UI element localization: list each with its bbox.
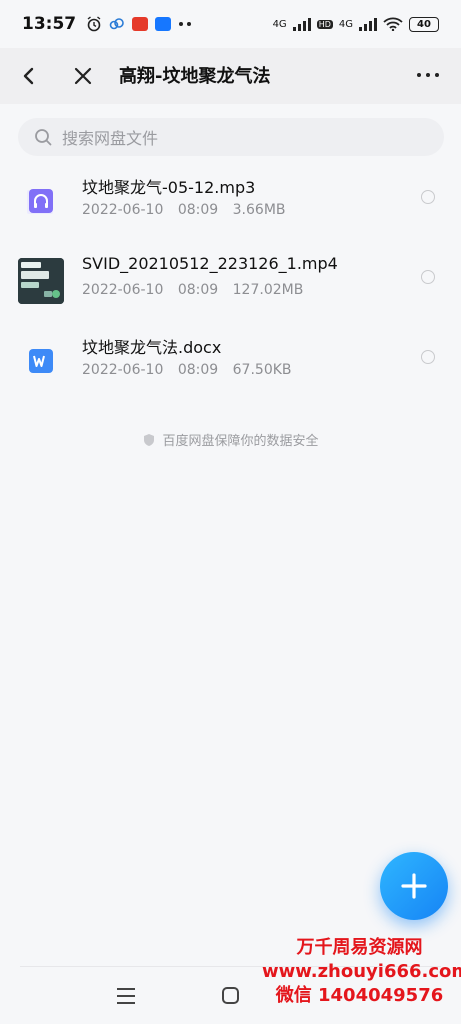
close-icon: [74, 67, 92, 85]
file-date: 2022-06-10: [82, 362, 164, 378]
file-name: SVID_20210512_223126_1.mp4: [82, 254, 338, 273]
list-item[interactable]: 坟地聚龙气-05-12.mp3 2022-06-10 08:09 3.66MB: [0, 170, 461, 250]
status-bar: 13:57 4G HD 4G 40: [0, 0, 461, 48]
audio-file-icon: [18, 178, 64, 224]
more-icon: [417, 73, 421, 77]
red-app-icon: [132, 17, 149, 31]
word-file-icon: [18, 338, 64, 384]
more-button[interactable]: [417, 64, 439, 86]
add-button[interactable]: [380, 852, 448, 920]
more-dots-icon: [179, 22, 192, 26]
watermark-line-1: 万千周易资源网: [296, 937, 423, 958]
watermark-line-2: www.zhouyi666.com: [262, 961, 461, 982]
file-time: 08:09: [177, 202, 219, 218]
wifi-icon: [383, 17, 403, 31]
watermark-line-3: 微信 1404049576: [275, 985, 444, 1006]
file-meta: 2022-06-10 08:09 67.50KB: [82, 362, 292, 378]
file-meta: 2022-06-10 08:09 3.66MB: [82, 202, 286, 218]
signal-icon-1: [292, 17, 311, 31]
battery-icon: 40: [409, 16, 439, 32]
shield-icon: [144, 433, 155, 446]
list-item[interactable]: SVID_20210512_223126_1.mp4 2022-06-10 08…: [0, 250, 461, 330]
file-date: 2022-06-10: [82, 202, 164, 218]
watermark: 万千周易资源网 www.zhouyi666.com 微信 1404049576: [262, 936, 461, 1008]
video-thumbnail: [18, 258, 64, 304]
header-bar: 高翔-坟地聚龙气法: [0, 48, 461, 104]
hd-badge: HD: [316, 19, 333, 29]
alarm-icon: [87, 16, 101, 32]
file-meta: 2022-06-10 08:09 127.02MB: [82, 282, 303, 298]
security-note-text: 百度网盘保障你的数据安全: [162, 434, 319, 449]
close-button[interactable]: [72, 62, 94, 90]
file-size: 3.66MB: [232, 202, 286, 218]
status-indicators: 4G HD 4G 40: [272, 16, 439, 32]
select-radio[interactable]: [421, 270, 435, 284]
network-label-1: 4G: [272, 18, 287, 30]
network-label-2: 4G: [338, 18, 353, 30]
menu-icon[interactable]: [117, 988, 135, 1004]
status-time: 13:57: [22, 14, 77, 34]
file-name: 坟地聚龙气法.docx: [82, 338, 222, 357]
file-name: 坟地聚龙气-05-12.mp3: [82, 178, 256, 197]
battery-level: 40: [417, 18, 431, 30]
more-icon-dot: [426, 73, 430, 77]
cloud-app-icon: [109, 18, 124, 30]
security-note: 百度网盘保障你的数据安全: [0, 430, 461, 449]
plus-icon: [401, 873, 427, 899]
home-icon[interactable]: [222, 987, 239, 1004]
signal-icon-2: [359, 17, 377, 31]
alipay-icon: [155, 17, 172, 31]
select-radio[interactable]: [421, 350, 435, 364]
status-app-icons: [86, 16, 192, 32]
search-input[interactable]: 搜索网盘文件: [18, 118, 444, 156]
file-time: 08:09: [177, 282, 219, 298]
more-icon-dot: [435, 73, 439, 77]
back-button[interactable]: [18, 62, 40, 90]
page-title: 高翔-坟地聚龙气法: [119, 66, 271, 87]
select-radio[interactable]: [421, 190, 435, 204]
back-arrow-icon: [23, 67, 34, 85]
file-time: 08:09: [177, 362, 219, 378]
search-placeholder: 搜索网盘文件: [62, 129, 159, 148]
file-size: 67.50KB: [232, 362, 292, 378]
file-size: 127.02MB: [232, 282, 304, 298]
list-item[interactable]: 坟地聚龙气法.docx 2022-06-10 08:09 67.50KB: [0, 330, 461, 410]
search-icon: [35, 129, 52, 146]
file-date: 2022-06-10: [82, 282, 164, 298]
